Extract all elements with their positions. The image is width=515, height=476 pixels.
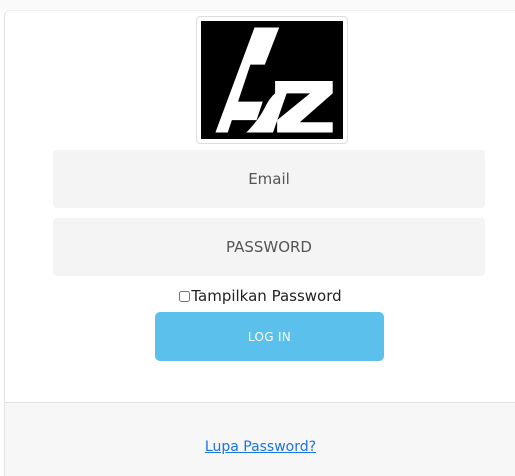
login-button[interactable]: LOG IN <box>155 312 384 361</box>
login-page: Tampilkan Password LOG IN Lupa Password? <box>0 0 515 476</box>
password-field[interactable] <box>53 218 485 276</box>
email-field[interactable] <box>53 150 485 208</box>
top-strip <box>0 0 515 10</box>
show-password-row: Tampilkan Password <box>5 286 515 306</box>
logo-frame <box>196 16 348 144</box>
login-card: Tampilkan Password LOG IN Lupa Password? <box>4 10 515 476</box>
show-password-label: Tampilkan Password <box>191 287 342 305</box>
show-password-checkbox[interactable] <box>179 291 191 302</box>
forgot-password-link[interactable]: Lupa Password? <box>5 439 515 455</box>
az-logo-icon <box>201 21 343 139</box>
card-footer: Lupa Password? <box>5 402 515 476</box>
